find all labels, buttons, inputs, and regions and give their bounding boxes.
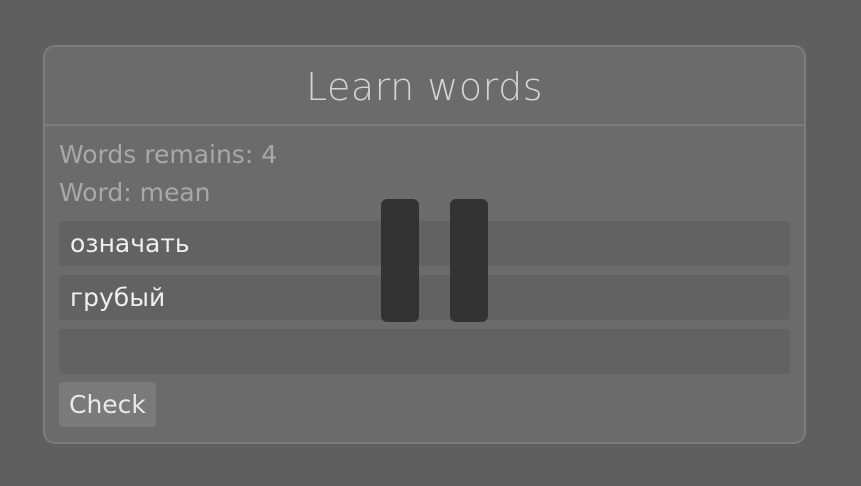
pause-bar-left: [381, 199, 419, 322]
app-screen: Learn words Words remains: 4 Word: mean …: [0, 0, 861, 486]
words-remaining-label: Words remains: 4: [59, 140, 278, 169]
panel-title: Learn words: [306, 64, 543, 109]
translation-option-text: грубый: [70, 283, 166, 312]
check-button[interactable]: Check: [59, 382, 156, 427]
translation-option-text: означать: [70, 229, 190, 258]
pause-bar-right: [450, 199, 488, 322]
panel-header: Learn words: [45, 47, 804, 126]
answer-input[interactable]: [59, 329, 790, 374]
pause-icon[interactable]: [381, 199, 488, 322]
